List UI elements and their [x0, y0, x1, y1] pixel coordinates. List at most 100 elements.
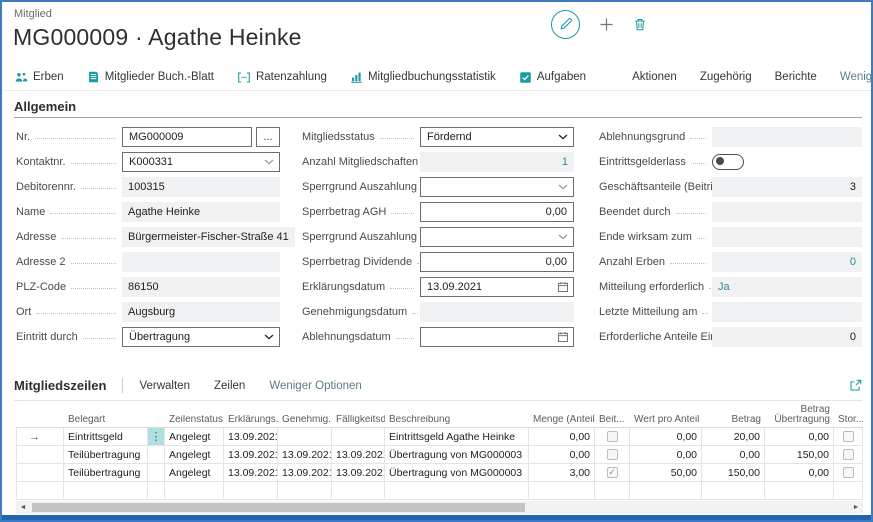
column-header-betrag-uebertragung[interactable]: Betrag Übertragung [765, 405, 834, 427]
scroll-right-icon[interactable]: ► [849, 501, 863, 514]
cell-faelligkeit[interactable]: 13.09.2021 [332, 464, 385, 481]
column-header-zeilenstatus[interactable]: Zeilenstatus [165, 415, 224, 427]
ablehnungsdatum-input[interactable] [420, 327, 574, 347]
cell-erklaerung[interactable]: 13.09.2021 [224, 464, 278, 481]
cell-beschreibung[interactable]: Eintrittsgeld Agathe Heinke [385, 428, 529, 445]
cell-faelligkeit[interactable]: 13.09.2021 [332, 446, 385, 463]
cell-genehmigung[interactable] [278, 482, 332, 499]
column-header-beit[interactable]: Beit... [595, 415, 630, 427]
cell-genehmigung[interactable]: 13.09.2021 [278, 446, 332, 463]
eintrittsgelderlass-toggle[interactable] [712, 154, 744, 170]
calendar-icon[interactable] [557, 331, 569, 343]
journal-icon [87, 70, 100, 84]
cell-erklaerung[interactable]: 13.09.2021 [224, 446, 278, 463]
cell-menge[interactable] [529, 482, 595, 499]
cell-beschreibung[interactable] [385, 482, 529, 499]
field-row-sperrbetrag-dividende: Sperrbetrag Dividende0,00 [302, 249, 574, 274]
sperrgrund-auszahlung-select[interactable] [420, 227, 574, 247]
cell-faelligkeit[interactable] [332, 428, 385, 445]
cell-betrag_uebertragung[interactable]: 0,00 [765, 428, 834, 445]
mitgliedsstatus-select[interactable]: Fördernd [420, 127, 574, 147]
cell-beschreibung[interactable]: Übertragung von MG000003 [385, 464, 529, 481]
cell-wert_pro_anteil[interactable] [630, 482, 702, 499]
cell-zeilenstatus[interactable]: Angelegt [165, 428, 224, 445]
cell-beschreibung[interactable]: Übertragung von MG000003 [385, 446, 529, 463]
cell-betrag_uebertragung: 150,00 [797, 449, 829, 461]
edit-button[interactable] [551, 10, 580, 39]
cell-betrag[interactable]: 0,00 [702, 446, 765, 463]
action-aufgaben[interactable]: Aufgaben [519, 71, 586, 84]
cell-belegart[interactable] [64, 482, 148, 499]
cell-betrag[interactable] [702, 482, 765, 499]
column-header-menge-anteile[interactable]: Menge (Anteile) [529, 415, 595, 427]
action-ratenzahlung[interactable]: Ratenzahlung [237, 71, 327, 84]
column-header-belegart[interactable]: Belegart [64, 415, 148, 427]
focus-mode-button[interactable] [849, 379, 862, 392]
eintritt-durch-select[interactable]: Übertragung [122, 327, 280, 347]
nr-assist-button[interactable]: ... [256, 127, 280, 147]
cell-erklaerung[interactable] [224, 482, 278, 499]
sperrbetrag-agh-input[interactable]: 0,00 [420, 202, 574, 222]
cell-zeilenstatus[interactable] [165, 482, 224, 499]
cell-menge[interactable]: 0,00 [529, 446, 595, 463]
cell-storno[interactable] [834, 428, 863, 445]
menu-zugehoerig[interactable]: Zugehörig [700, 71, 752, 83]
cell-wert_pro_anteil[interactable]: 50,00 [630, 464, 702, 481]
erklaerungsdatum-input[interactable]: 13.09.2021 [420, 277, 574, 297]
menu-berichte[interactable]: Berichte [775, 71, 817, 83]
cell-belegart[interactable]: Teilübertragung [64, 464, 148, 481]
action-mitgliedbuchungsstatistik[interactable]: Mitgliedbuchungsstatistik [350, 71, 496, 84]
column-header-betrag[interactable]: Betrag [702, 415, 765, 427]
cell-beitritt[interactable] [595, 446, 630, 463]
menu-aktionen[interactable]: Aktionen [632, 71, 677, 83]
column-header-genehmig[interactable]: Genehmig... [278, 415, 332, 427]
mitteilung-erforderlich-value[interactable]: Ja [718, 281, 730, 293]
cell-zeilenstatus[interactable]: Angelegt [165, 464, 224, 481]
nr-input[interactable]: MG000009 [122, 127, 252, 147]
anzahl-erben-value[interactable]: 0 [850, 256, 856, 268]
cell-beitritt[interactable]: ✓ [595, 464, 630, 481]
cell-betrag[interactable]: 20,00 [702, 428, 765, 445]
cell-genehmigung[interactable]: 13.09.2021 [278, 464, 332, 481]
scroll-left-icon[interactable]: ◄ [16, 501, 30, 514]
sperrgrund-auszahlung-select[interactable] [420, 177, 574, 197]
cell-genehmigung[interactable] [278, 428, 332, 445]
horizontal-scrollbar[interactable]: ◄ ► [16, 501, 863, 514]
action-mitglieder-buch-blatt[interactable]: Mitglieder Buch.-Blatt [87, 70, 214, 84]
cell-wert_pro_anteil[interactable]: 0,00 [630, 446, 702, 463]
cell-betrag_uebertragung[interactable]: 150,00 [765, 446, 834, 463]
cell-betrag[interactable]: 150,00 [702, 464, 765, 481]
kontaktnr-select[interactable]: K000331 [122, 152, 280, 172]
action-erben[interactable]: Erben [14, 71, 64, 84]
column-header-faelligkeitsd[interactable]: Fälligkeitsd... [332, 415, 385, 427]
lines-menu-zeilen[interactable]: Zeilen [214, 380, 245, 392]
add-button[interactable] [599, 17, 614, 32]
lines-menu-weniger-optionen[interactable]: Weniger Optionen [269, 380, 361, 392]
cell-menu[interactable]: ⋮ [148, 428, 165, 445]
column-header-wert-pro-anteil[interactable]: Wert pro Anteil [630, 415, 702, 427]
cell-erklaerung[interactable]: 13.09.2021 [224, 428, 278, 445]
cell-betrag_uebertragung[interactable] [765, 482, 834, 499]
sperrbetrag-dividende-input[interactable]: 0,00 [420, 252, 574, 272]
cell-menge[interactable]: 3,00 [529, 464, 595, 481]
less-options-button[interactable]: Weniger Optionen [840, 71, 873, 83]
cell-storno[interactable] [834, 464, 863, 481]
cell-betrag_uebertragung[interactable]: 0,00 [765, 464, 834, 481]
cell-storno[interactable] [834, 446, 863, 463]
delete-button[interactable] [633, 17, 647, 32]
cell-wert_pro_anteil[interactable]: 0,00 [630, 428, 702, 445]
cell-zeilenstatus[interactable]: Angelegt [165, 446, 224, 463]
column-header-erklaerungs[interactable]: Erklärungs... [224, 415, 278, 427]
cell-belegart[interactable]: Teilübertragung [64, 446, 148, 463]
cell-faelligkeit[interactable] [332, 482, 385, 499]
column-header-stor[interactable]: Stor... [834, 415, 863, 427]
cell-menge[interactable]: 0,00 [529, 428, 595, 445]
lines-menu-verwalten[interactable]: Verwalten [139, 380, 190, 392]
calendar-icon[interactable] [557, 281, 569, 293]
scrollbar-thumb[interactable] [32, 503, 525, 512]
column-header-beschreibung[interactable]: Beschreibung [385, 415, 529, 427]
cell-beitritt[interactable] [595, 428, 630, 445]
cell-belegart[interactable]: Eintrittsgeld [64, 428, 148, 445]
anzahl-mitgliedschaften-value[interactable]: 1 [562, 156, 568, 168]
beitritt-checkbox: ✓ [607, 467, 618, 478]
